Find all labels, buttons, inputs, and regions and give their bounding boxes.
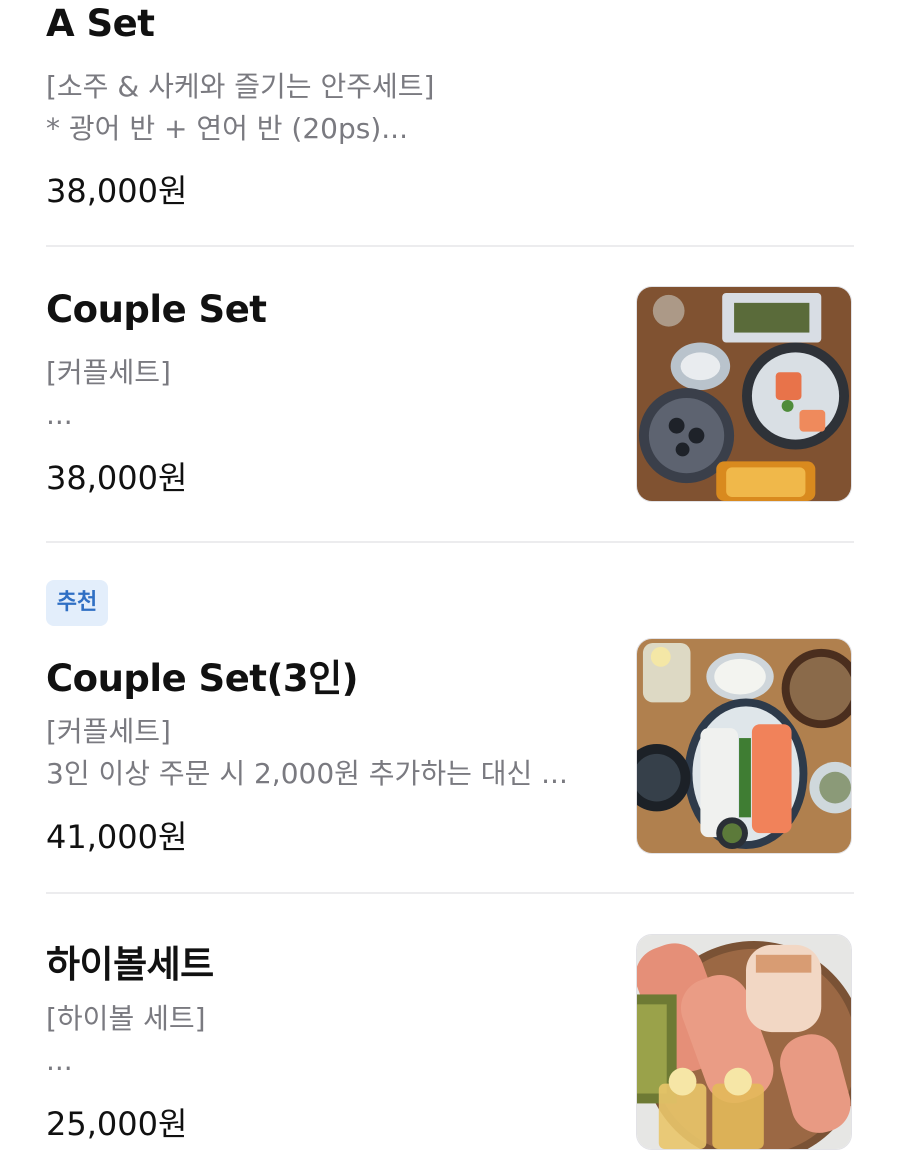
menu-item-title: Couple Set(3인)	[46, 657, 359, 700]
menu-item-title: A Set	[46, 2, 155, 45]
menu-item-title: Couple Set	[46, 288, 267, 331]
menu-item-description: [하이볼 세트]	[46, 1002, 206, 1035]
menu-item-couple-set-3[interactable]: 추천 Couple Set(3인) [커플세트] 3인 이상 주문 시 2,00…	[46, 580, 854, 892]
menu-item-highball-set[interactable]: 하이볼세트 [하이볼 세트] ... 25,000원	[46, 894, 854, 1156]
menu-item-description: [커플세트]	[46, 356, 171, 389]
menu-item-description: ...	[46, 398, 73, 431]
menu-item-price: 38,000원	[46, 459, 188, 497]
menu-item-price: 41,000원	[46, 818, 188, 856]
menu-item-title: 하이볼세트	[46, 943, 214, 986]
menu-item-description: 3인 이상 주문 시 2,000원 추가하는 대신 ...	[46, 757, 568, 790]
recommend-badge: 추천	[46, 580, 108, 626]
menu-item-couple-set[interactable]: Couple Set [커플세트] ... 38,000원	[46, 247, 854, 541]
menu-item-description: [소주 & 사케와 즐기는 안주세트]	[46, 70, 435, 103]
couple-set-photo[interactable]	[636, 286, 852, 502]
menu-item-price: 25,000원	[46, 1105, 188, 1143]
menu-item-description: [커플세트]	[46, 715, 171, 748]
menu-item-description: ...	[46, 1044, 73, 1077]
menu-list: A Set [소주 & 사케와 즐기는 안주세트] * 광어 반 + 연어 반 …	[0, 0, 900, 1156]
menu-item-a-set[interactable]: A Set [소주 & 사케와 즐기는 안주세트] * 광어 반 + 연어 반 …	[46, 0, 854, 245]
couple-set-3-photo[interactable]	[636, 638, 852, 854]
menu-item-description: * 광어 반 + 연어 반 (20ps)...	[46, 112, 408, 145]
divider	[46, 541, 854, 543]
highball-set-photo[interactable]	[636, 934, 852, 1150]
menu-item-price: 38,000원	[46, 172, 188, 210]
